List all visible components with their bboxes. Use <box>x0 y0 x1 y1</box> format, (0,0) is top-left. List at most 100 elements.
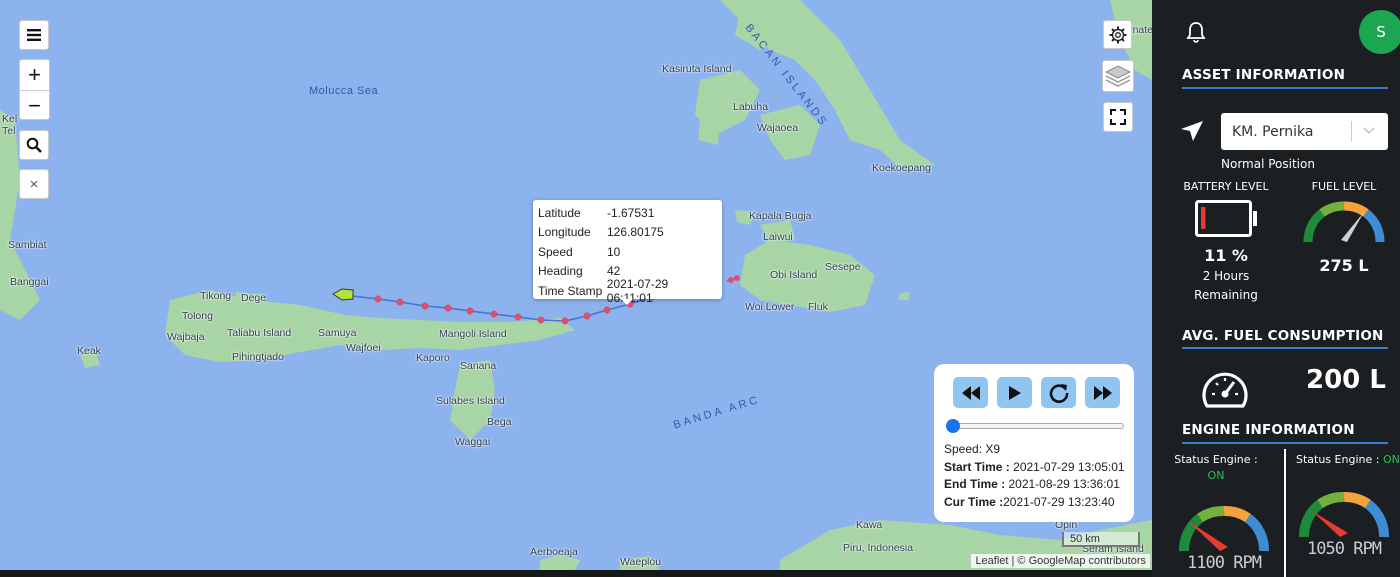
cur-time-value: 2021-07-29 13:23:40 <box>1003 494 1115 509</box>
engine-status-row: Status Engine : ON <box>1296 453 1400 466</box>
asset-panel: S ASSET INFORMATION KM. Pernika Normal P… <box>1152 0 1400 577</box>
map-label: Sesepe <box>825 261 861 273</box>
route-point[interactable] <box>396 298 404 306</box>
rewind-icon <box>961 385 980 400</box>
search-icon <box>26 137 42 153</box>
bottom-bar <box>0 570 1152 577</box>
popup-row: Time Stamp 2021-07-29 06:11:01 <box>538 277 717 305</box>
slider-thumb[interactable] <box>946 419 960 433</box>
engine-status-label: Status Engine : <box>1174 453 1258 466</box>
route-point[interactable] <box>561 317 569 325</box>
popup-row: Speed 10 <box>538 242 717 262</box>
rewind-button[interactable] <box>953 377 988 408</box>
map-label: Tikong <box>200 290 232 302</box>
map-label: Pihingtjado <box>232 351 284 363</box>
app-root: Molucca Sea BACAN ISLANDS BANDA ARC Kasi… <box>0 0 1400 577</box>
map-label: Aerboeaja <box>530 546 578 558</box>
layers-button[interactable] <box>1102 60 1134 92</box>
engine-status-value: ON <box>1382 453 1400 466</box>
section-divider <box>1182 442 1388 444</box>
route-point[interactable] <box>490 310 498 318</box>
start-time-value: 2021-07-29 13:05:01 <box>1013 459 1125 474</box>
cur-time-label: Cur Time : <box>944 494 1004 509</box>
engine-2-rpm: 1050 RPM <box>1307 539 1382 559</box>
hamburger-icon <box>27 29 41 41</box>
popup-key: Heading <box>538 264 583 279</box>
map-view[interactable]: Molucca Sea BACAN ISLANDS BANDA ARC Kasi… <box>0 0 1152 570</box>
map-label: Obi Island <box>770 269 818 281</box>
route-point[interactable] <box>514 313 522 321</box>
engine-status-label: Status Engine : <box>1296 453 1380 466</box>
refresh-icon <box>1049 383 1068 403</box>
fast-forward-button[interactable] <box>1085 377 1120 408</box>
play-icon <box>1008 385 1021 400</box>
map-attribution[interactable]: Leaflet | © GoogleMap contributors <box>971 554 1150 568</box>
section-divider <box>1182 87 1388 89</box>
reset-button[interactable] <box>1041 377 1076 408</box>
map-label: Mangoli Island <box>439 328 507 340</box>
fullscreen-button[interactable] <box>1103 102 1133 132</box>
engine-2-rpm-gauge <box>1299 492 1389 538</box>
fuel-level-value: 275 L <box>1319 256 1369 275</box>
zoom-out-button[interactable]: − <box>20 90 49 120</box>
clear-button[interactable]: × <box>19 169 49 199</box>
battery-percent: 11 % <box>1204 246 1248 265</box>
settings-button[interactable] <box>1103 20 1132 49</box>
popup-key: Longitude <box>538 225 591 240</box>
play-button[interactable] <box>997 377 1032 408</box>
route-point[interactable] <box>466 307 474 315</box>
route-point[interactable] <box>537 316 545 324</box>
vessel-select-value: KM. Pernika <box>1232 123 1314 140</box>
popup-value: 2021-07-29 06:11:01 <box>606 276 669 305</box>
map-label: Keak <box>77 345 101 357</box>
search-button[interactable] <box>19 130 49 160</box>
map-label: Kawa <box>856 519 883 531</box>
avatar[interactable]: S <box>1359 10 1400 54</box>
select-separator <box>1351 121 1352 142</box>
menu-button[interactable] <box>19 20 49 50</box>
engine-1-rpm-gauge <box>1179 506 1269 552</box>
end-time-row: End Time : 2021-08-29 13:36:01 <box>944 476 1124 494</box>
engine-information-title: ENGINE INFORMATION <box>1182 422 1355 438</box>
route-point[interactable] <box>444 304 452 312</box>
engine-2-card: Status Engine : ON 1050 RPM <box>1286 449 1400 577</box>
avg-fuel-title: AVG. FUEL CONSUMPTION <box>1182 328 1384 344</box>
zoom-in-button[interactable]: + <box>20 60 49 90</box>
playback-panel: Speed: X9 Start Time : 2021-07-29 13:05:… <box>934 364 1134 522</box>
map-label: Fluk <box>808 301 828 313</box>
fullscreen-icon <box>1110 109 1126 125</box>
bell-icon[interactable] <box>1186 21 1206 43</box>
map-label: Sambiat <box>8 239 47 251</box>
playback-slider[interactable] <box>946 419 1124 433</box>
zoom-control: + − <box>19 59 50 120</box>
fuel-gauge <box>1303 201 1385 243</box>
map-label: Taliabu Island <box>227 327 292 339</box>
route-point[interactable] <box>421 302 429 310</box>
position-status: Normal Position <box>1221 157 1315 171</box>
map-label: Tel <box>2 125 16 137</box>
map-label: Wajbaja <box>167 331 205 343</box>
section-divider <box>1182 347 1388 349</box>
map-label: Waeplou <box>620 556 662 568</box>
route-point[interactable] <box>374 295 382 303</box>
map-label: Sulabes Island <box>436 395 505 407</box>
battery-remaining-hours: 2 Hours <box>1202 269 1250 283</box>
popup-value: 126.80175 <box>607 225 664 240</box>
map-label: Banggai <box>10 276 49 288</box>
end-time-value: 2021-08-29 13:36:01 <box>1008 477 1120 491</box>
position-popup: Latitude -1.67531 Longitude 126.80175 Spee… <box>533 200 722 305</box>
vessel-select[interactable]: KM. Pernika <box>1221 113 1388 150</box>
map-label: Sanana <box>460 360 497 372</box>
route-point[interactable] <box>603 306 611 314</box>
map-label: Wajfoei <box>346 342 381 354</box>
avg-fuel-value: 200 L <box>1306 365 1386 395</box>
map-label: Tolong <box>182 310 213 322</box>
engine-1-rpm: 1100 RPM <box>1187 553 1262 573</box>
slider-track <box>950 423 1124 429</box>
map-label: Koekoepang <box>872 162 931 174</box>
route-point[interactable] <box>583 312 591 320</box>
battery-level-title: BATTERY LEVEL <box>1183 180 1269 193</box>
popup-key: Time Stamp <box>538 283 603 298</box>
popup-row: Longitude 126.80175 <box>538 223 717 243</box>
map-label: Woi Lower <box>745 301 795 313</box>
